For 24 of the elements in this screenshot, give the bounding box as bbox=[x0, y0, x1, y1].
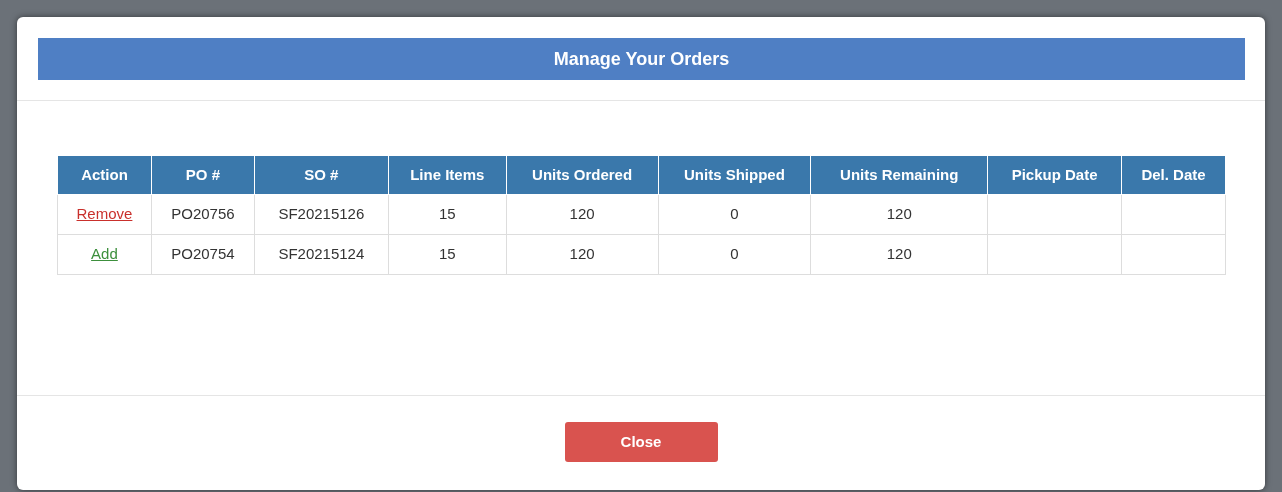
column-header: Pickup Date bbox=[987, 156, 1122, 194]
add-link[interactable]: Add bbox=[91, 244, 118, 262]
column-header: Units Shipped bbox=[658, 156, 811, 194]
table-cell: 120 bbox=[569, 244, 595, 262]
column-header: SO # bbox=[254, 156, 389, 194]
column-header: Del. Date bbox=[1121, 156, 1226, 194]
table-cell: 0 bbox=[730, 204, 739, 222]
table-cell: 120 bbox=[886, 204, 912, 222]
column-header: Action bbox=[57, 156, 152, 194]
column-header: Units Remaining bbox=[810, 156, 988, 194]
column-header: Units Ordered bbox=[506, 156, 658, 194]
column-header: Line Items bbox=[388, 156, 507, 194]
table-cell: 15 bbox=[438, 244, 456, 262]
table-cell: 15 bbox=[438, 204, 456, 222]
column-header: PO # bbox=[151, 156, 255, 194]
table-cell: SF20215124 bbox=[278, 244, 365, 262]
table-cell: 0 bbox=[730, 244, 739, 262]
close-button[interactable]: Close bbox=[564, 422, 718, 462]
dialog-title: Manage Your Orders bbox=[38, 38, 1245, 80]
table-cell: SF20215126 bbox=[278, 204, 365, 222]
table-cell: PO20754 bbox=[171, 244, 235, 262]
table-cell: PO20756 bbox=[171, 204, 235, 222]
table-cell: 120 bbox=[569, 204, 595, 222]
table-cell: 120 bbox=[886, 244, 912, 262]
